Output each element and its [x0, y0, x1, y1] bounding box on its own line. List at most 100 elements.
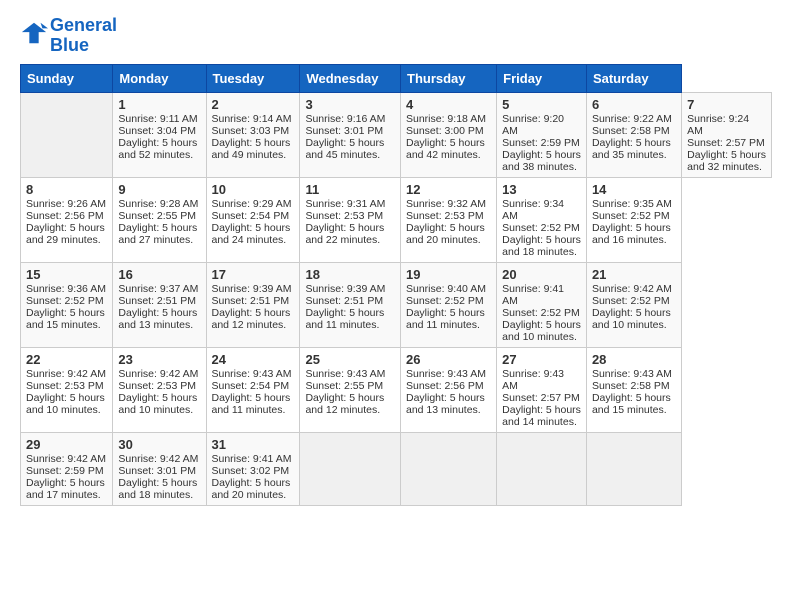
sunset-text: Sunset: 2:52 PM — [592, 295, 670, 307]
calendar-day-cell: 20Sunrise: 9:41 AMSunset: 2:52 PMDayligh… — [497, 262, 587, 347]
sunrise-text: Sunrise: 9:42 AM — [592, 283, 672, 295]
day-number: 31 — [212, 437, 295, 452]
day-header: Thursday — [401, 64, 497, 92]
daylight-text: Daylight: 5 hours and 12 minutes. — [212, 307, 291, 331]
sunrise-text: Sunrise: 9:31 AM — [305, 198, 385, 210]
day-number: 17 — [212, 267, 295, 282]
calendar-day-cell: 11Sunrise: 9:31 AMSunset: 2:53 PMDayligh… — [300, 177, 401, 262]
calendar-week-row: 22Sunrise: 9:42 AMSunset: 2:53 PMDayligh… — [21, 347, 772, 432]
sunrise-text: Sunrise: 9:40 AM — [406, 283, 486, 295]
sunset-text: Sunset: 2:53 PM — [26, 380, 104, 392]
logo: General Blue — [20, 16, 117, 56]
calendar-day-cell: 8Sunrise: 9:26 AMSunset: 2:56 PMDaylight… — [21, 177, 113, 262]
daylight-text: Daylight: 5 hours and 42 minutes. — [406, 137, 485, 161]
day-number: 12 — [406, 182, 491, 197]
sunset-text: Sunset: 3:03 PM — [212, 125, 290, 137]
sunset-text: Sunset: 2:53 PM — [305, 210, 383, 222]
day-number: 4 — [406, 97, 491, 112]
sunset-text: Sunset: 2:54 PM — [212, 210, 290, 222]
empty-cell — [21, 92, 113, 177]
sunset-text: Sunset: 2:51 PM — [305, 295, 383, 307]
daylight-text: Daylight: 5 hours and 35 minutes. — [592, 137, 671, 161]
day-header: Tuesday — [206, 64, 300, 92]
daylight-text: Daylight: 5 hours and 45 minutes. — [305, 137, 384, 161]
logo-icon — [20, 19, 48, 47]
daylight-text: Daylight: 5 hours and 18 minutes. — [118, 477, 197, 501]
day-header: Saturday — [586, 64, 681, 92]
sunrise-text: Sunrise: 9:22 AM — [592, 113, 672, 125]
sunrise-text: Sunrise: 9:39 AM — [212, 283, 292, 295]
calendar-day-cell: 24Sunrise: 9:43 AMSunset: 2:54 PMDayligh… — [206, 347, 300, 432]
sunset-text: Sunset: 2:51 PM — [212, 295, 290, 307]
daylight-text: Daylight: 5 hours and 11 minutes. — [212, 392, 291, 416]
sunset-text: Sunset: 3:02 PM — [212, 465, 290, 477]
sunset-text: Sunset: 2:57 PM — [687, 137, 765, 149]
day-number: 16 — [118, 267, 200, 282]
sunset-text: Sunset: 2:58 PM — [592, 125, 670, 137]
daylight-text: Daylight: 5 hours and 22 minutes. — [305, 222, 384, 246]
sunset-text: Sunset: 3:00 PM — [406, 125, 484, 137]
calendar-day-cell: 17Sunrise: 9:39 AMSunset: 2:51 PMDayligh… — [206, 262, 300, 347]
daylight-text: Daylight: 5 hours and 49 minutes. — [212, 137, 291, 161]
calendar-week-row: 15Sunrise: 9:36 AMSunset: 2:52 PMDayligh… — [21, 262, 772, 347]
daylight-text: Daylight: 5 hours and 52 minutes. — [118, 137, 197, 161]
calendar-day-cell: 21Sunrise: 9:42 AMSunset: 2:52 PMDayligh… — [586, 262, 681, 347]
sunrise-text: Sunrise: 9:20 AM — [502, 113, 564, 137]
daylight-text: Daylight: 5 hours and 38 minutes. — [502, 149, 581, 173]
day-number: 14 — [592, 182, 676, 197]
sunrise-text: Sunrise: 9:29 AM — [212, 198, 292, 210]
day-number: 23 — [118, 352, 200, 367]
sunset-text: Sunset: 3:04 PM — [118, 125, 196, 137]
day-number: 19 — [406, 267, 491, 282]
calendar-day-cell: 29Sunrise: 9:42 AMSunset: 2:59 PMDayligh… — [21, 432, 113, 505]
calendar-day-cell: 23Sunrise: 9:42 AMSunset: 2:53 PMDayligh… — [113, 347, 206, 432]
calendar-week-row: 8Sunrise: 9:26 AMSunset: 2:56 PMDaylight… — [21, 177, 772, 262]
daylight-text: Daylight: 5 hours and 32 minutes. — [687, 149, 766, 173]
calendar-week-row: 1Sunrise: 9:11 AMSunset: 3:04 PMDaylight… — [21, 92, 772, 177]
day-number: 7 — [687, 97, 766, 112]
sunset-text: Sunset: 2:52 PM — [592, 210, 670, 222]
day-number: 8 — [26, 182, 107, 197]
day-number: 20 — [502, 267, 581, 282]
sunrise-text: Sunrise: 9:28 AM — [118, 198, 198, 210]
day-number: 27 — [502, 352, 581, 367]
sunrise-text: Sunrise: 9:35 AM — [592, 198, 672, 210]
daylight-text: Daylight: 5 hours and 12 minutes. — [305, 392, 384, 416]
day-number: 6 — [592, 97, 676, 112]
calendar-day-cell: 14Sunrise: 9:35 AMSunset: 2:52 PMDayligh… — [586, 177, 681, 262]
sunset-text: Sunset: 2:58 PM — [592, 380, 670, 392]
sunset-text: Sunset: 2:57 PM — [502, 392, 580, 404]
daylight-text: Daylight: 5 hours and 15 minutes. — [26, 307, 105, 331]
sunrise-text: Sunrise: 9:43 AM — [305, 368, 385, 380]
daylight-text: Daylight: 5 hours and 20 minutes. — [406, 222, 485, 246]
calendar-day-cell: 10Sunrise: 9:29 AMSunset: 2:54 PMDayligh… — [206, 177, 300, 262]
sunrise-text: Sunrise: 9:37 AM — [118, 283, 198, 295]
calendar-header: SundayMondayTuesdayWednesdayThursdayFrid… — [21, 64, 772, 92]
daylight-text: Daylight: 5 hours and 16 minutes. — [592, 222, 671, 246]
daylight-text: Daylight: 5 hours and 15 minutes. — [592, 392, 671, 416]
calendar-day-cell: 16Sunrise: 9:37 AMSunset: 2:51 PMDayligh… — [113, 262, 206, 347]
day-header: Sunday — [21, 64, 113, 92]
sunrise-text: Sunrise: 9:41 AM — [212, 453, 292, 465]
day-header: Wednesday — [300, 64, 401, 92]
sunrise-text: Sunrise: 9:11 AM — [118, 113, 197, 125]
day-number: 15 — [26, 267, 107, 282]
sunrise-text: Sunrise: 9:34 AM — [502, 198, 564, 222]
day-number: 25 — [305, 352, 395, 367]
calendar-day-cell: 9Sunrise: 9:28 AMSunset: 2:55 PMDaylight… — [113, 177, 206, 262]
sunset-text: Sunset: 3:01 PM — [305, 125, 383, 137]
daylight-text: Daylight: 5 hours and 29 minutes. — [26, 222, 105, 246]
sunset-text: Sunset: 2:51 PM — [118, 295, 196, 307]
sunrise-text: Sunrise: 9:16 AM — [305, 113, 385, 125]
day-number: 11 — [305, 182, 395, 197]
sunrise-text: Sunrise: 9:32 AM — [406, 198, 486, 210]
sunset-text: Sunset: 2:52 PM — [502, 307, 580, 319]
calendar-day-cell: 31Sunrise: 9:41 AMSunset: 3:02 PMDayligh… — [206, 432, 300, 505]
sunset-text: Sunset: 2:55 PM — [118, 210, 196, 222]
day-number: 22 — [26, 352, 107, 367]
logo-text: General Blue — [50, 16, 117, 56]
calendar-day-cell — [401, 432, 497, 505]
sunrise-text: Sunrise: 9:43 AM — [406, 368, 486, 380]
sunrise-text: Sunrise: 9:18 AM — [406, 113, 486, 125]
daylight-text: Daylight: 5 hours and 20 minutes. — [212, 477, 291, 501]
